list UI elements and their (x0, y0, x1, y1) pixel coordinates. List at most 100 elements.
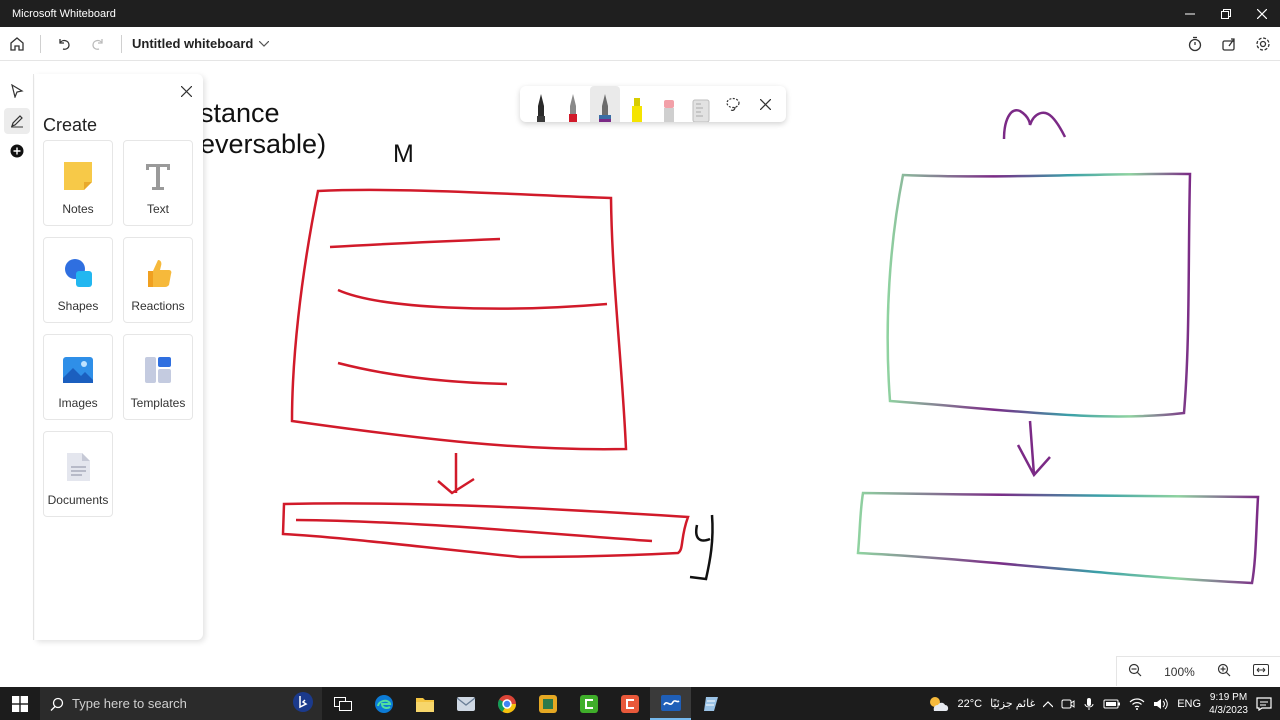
whiteboard-title[interactable]: Untitled whiteboard (132, 36, 270, 51)
start-button[interactable] (0, 687, 40, 720)
timer-button[interactable] (1178, 27, 1212, 61)
taskbar-chrome[interactable] (486, 687, 527, 720)
notes-icon (61, 159, 95, 193)
meet-now-icon[interactable] (1061, 697, 1075, 711)
select-tool-button[interactable] (4, 78, 30, 104)
microphone-icon[interactable] (1083, 697, 1095, 711)
clock[interactable]: 9:19 PM 4/3/2023 (1209, 691, 1248, 717)
title-bar: Microsoft Whiteboard (0, 0, 1280, 27)
zoom-controls: 100% (1116, 656, 1280, 686)
share-button[interactable] (1212, 27, 1246, 61)
chevron-up-icon[interactable] (1043, 700, 1054, 708)
volume-icon[interactable] (1153, 697, 1169, 711)
notifications-icon[interactable] (1256, 696, 1272, 711)
inking-tool-button[interactable] (4, 108, 30, 134)
cursor-icon (11, 84, 24, 98)
taskbar-file-explorer[interactable] (404, 687, 445, 720)
eraser-button[interactable] (654, 86, 684, 122)
battery-icon[interactable] (1103, 698, 1121, 710)
taskbar-search[interactable]: Type here to search (40, 687, 322, 720)
window-title: Microsoft Whiteboard (12, 7, 116, 20)
taskbar-app-orange[interactable] (527, 687, 568, 720)
minimize-button[interactable] (1172, 0, 1208, 27)
zoom-out-button[interactable] (1128, 663, 1142, 680)
taskbar-edge[interactable] (363, 687, 404, 720)
clock-time: 9:19 PM (1209, 691, 1248, 703)
bing-icon[interactable] (292, 691, 314, 716)
partly-cloudy-icon[interactable] (927, 695, 949, 713)
language-indicator[interactable]: ENG (1177, 698, 1201, 710)
taskbar-app-notes[interactable] (691, 687, 732, 720)
zoom-in-button[interactable] (1217, 663, 1231, 680)
weather-temp[interactable]: 22°C (957, 698, 982, 710)
lasso-icon (726, 97, 740, 111)
templates-icon (141, 353, 175, 387)
left-tool-rail (0, 74, 34, 640)
taskbar-mail[interactable] (445, 687, 486, 720)
create-button[interactable] (4, 138, 30, 164)
whiteboard-title-text: Untitled whiteboard (132, 36, 254, 51)
lasso-button[interactable] (718, 86, 748, 122)
tile-label: Templates (130, 396, 186, 410)
task-view-button[interactable] (322, 687, 363, 720)
galaxy-pen-icon (599, 94, 611, 122)
share-icon (1222, 37, 1235, 51)
taskbar-camtasia[interactable] (568, 687, 609, 720)
home-button[interactable] (0, 27, 34, 61)
taskbar-camtasia-recorder[interactable] (609, 687, 650, 720)
close-toolbar-button[interactable] (750, 86, 780, 122)
wifi-icon[interactable] (1129, 697, 1145, 711)
divider (40, 34, 41, 53)
divider (121, 34, 122, 53)
highlighter-icon (632, 98, 642, 122)
create-text-tile[interactable]: Text (123, 140, 193, 226)
search-icon (50, 697, 64, 711)
ruler-button[interactable] (686, 86, 716, 122)
app-window-icon (538, 694, 557, 713)
settings-button[interactable] (1246, 27, 1280, 61)
timer-icon (1188, 36, 1202, 51)
highlighter-button[interactable] (622, 86, 652, 122)
close-panel-button[interactable] (177, 82, 195, 100)
tile-label: Images (58, 396, 98, 410)
tile-label: Documents (47, 493, 109, 507)
galaxy-ink-arrow (1016, 420, 1051, 478)
create-shapes-tile[interactable]: Shapes (43, 237, 113, 323)
redo-icon (92, 38, 103, 50)
create-images-tile[interactable]: Images (43, 334, 113, 420)
panel-heading: Create (43, 115, 98, 135)
redo-button[interactable] (81, 27, 115, 61)
create-panel: Create Notes Text Shapes Reactions Image… (35, 74, 203, 640)
clock-date: 4/3/2023 (1209, 704, 1248, 716)
weather-desc: غائم جزئيًا (990, 698, 1036, 710)
create-documents-tile[interactable]: Documents (43, 431, 113, 517)
red-pen-button[interactable] (558, 86, 588, 122)
undo-button[interactable] (47, 27, 81, 61)
fit-to-screen-button[interactable] (1252, 664, 1269, 679)
create-reactions-tile[interactable]: Reactions (123, 237, 193, 323)
galaxy-ink-scribble (1002, 109, 1067, 140)
red-ink-line (329, 237, 501, 249)
create-notes-tile[interactable]: Notes (43, 140, 113, 226)
close-icon (1257, 8, 1267, 19)
task-view-icon (333, 696, 352, 711)
galaxy-pen-button[interactable] (590, 86, 620, 122)
restore-button[interactable] (1208, 0, 1244, 27)
red-ink-box (290, 188, 628, 451)
windows-taskbar: Type here to search 22°C غائم جزئيًا ENG… (0, 687, 1280, 720)
black-pen-button[interactable] (526, 86, 556, 122)
red-ink-line (337, 361, 508, 386)
camtasia-icon (579, 694, 598, 713)
create-templates-tile[interactable]: Templates (123, 334, 193, 420)
chrome-icon (497, 694, 516, 713)
folder-icon (415, 697, 434, 712)
zoom-level[interactable]: 100% (1164, 665, 1195, 679)
edge-icon (374, 694, 393, 713)
minimize-icon (1185, 13, 1195, 14)
taskbar-whiteboard[interactable] (650, 687, 691, 720)
chevron-down-icon (259, 40, 270, 47)
galaxy-ink-box (886, 172, 1192, 418)
tile-label: Shapes (57, 299, 99, 313)
close-button[interactable] (1244, 0, 1280, 27)
red-pen-icon (569, 94, 577, 122)
